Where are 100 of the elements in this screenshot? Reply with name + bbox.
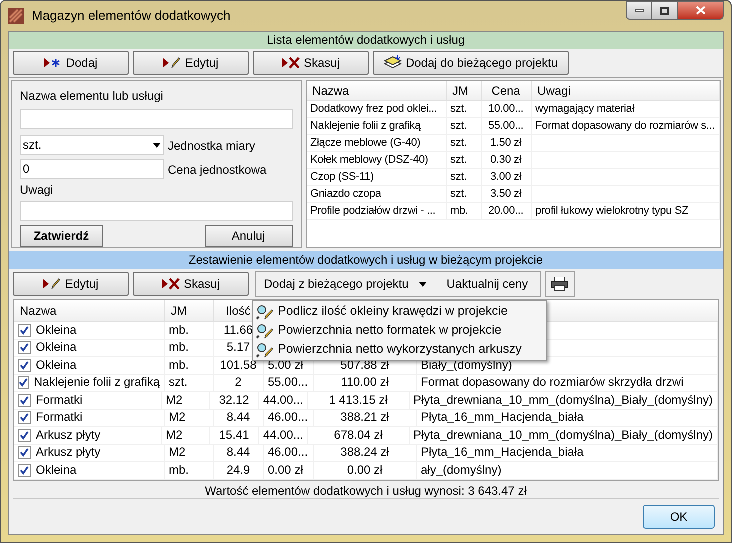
magnifier-pencil-icon xyxy=(256,342,274,358)
pencil-icon xyxy=(163,57,182,69)
table-cell: 507.88 zł xyxy=(340,356,390,374)
table-cell: mb. xyxy=(169,356,190,374)
cancel-button[interactable]: Anuluj xyxy=(204,225,293,247)
add-from-project-dropdown[interactable]: Dodaj z bieżącego projektu xyxy=(256,272,435,296)
table-cell: 3.00 zł xyxy=(482,169,532,185)
toolbar-button[interactable]: Dodaj xyxy=(13,51,129,75)
table-cell: 0.30 zł xyxy=(482,152,532,168)
checkbox[interactable] xyxy=(18,446,31,460)
checkbox[interactable] xyxy=(18,324,31,337)
table-cell: 11.66 xyxy=(224,322,254,339)
checkbox[interactable] xyxy=(18,394,31,407)
column-header[interactable]: Uwagi xyxy=(532,81,720,100)
table-cell: 24.9 xyxy=(226,462,250,479)
menu-item[interactable]: Powierzchnia netto formatek w projekcie xyxy=(253,321,546,340)
table-cell: 1.50 zł xyxy=(482,135,532,151)
table-cell: Naklejenie folii z grafiką xyxy=(34,374,160,392)
table-cell: 32.12 xyxy=(219,392,250,409)
dropdown-arrow-icon xyxy=(153,142,161,148)
table-cell: Arkusz płyty xyxy=(36,426,101,444)
toolbar-button[interactable]: Dodaj do bieżącego projektu xyxy=(373,51,569,75)
table-cell: Format dopasowany do rozmiarów s... xyxy=(532,118,720,134)
table-cell: szt. xyxy=(446,135,482,151)
section-header: Zestawienie elementów dodatkowych i usług w bieżącym projekcie xyxy=(9,251,723,269)
section-header: Lista elementów dodatkowych i usług xyxy=(9,32,723,49)
table-cell: 1 413.15 zł xyxy=(329,392,388,409)
ok-button[interactable]: OK xyxy=(643,504,715,528)
minimize-button[interactable] xyxy=(626,1,652,20)
maximize-button[interactable] xyxy=(652,1,678,20)
checkbox[interactable] xyxy=(18,341,31,354)
toolbar-button[interactable]: Edytuj xyxy=(13,272,129,296)
table-cell: 8.44 xyxy=(226,409,250,426)
column-header[interactable]: JM xyxy=(165,300,214,321)
checkbox[interactable] xyxy=(18,428,31,442)
table-cell: ały_(domyślny) xyxy=(421,462,502,479)
table-cell: Czop (SS-11) xyxy=(306,169,447,185)
table-cell: 5.00 zł xyxy=(268,356,304,374)
table-cell: Formatki xyxy=(36,392,83,409)
table-cell: mb. xyxy=(169,322,190,339)
table-cell: mb. xyxy=(169,339,190,356)
table-cell: Gniazdo czopa xyxy=(306,186,447,202)
confirm-button[interactable]: Zatwierdź xyxy=(20,225,103,247)
app-icon xyxy=(8,8,24,24)
table-cell: Płyta_16_mm_Hacjenda_biała xyxy=(421,409,584,426)
table-cell: mb. xyxy=(446,203,482,219)
print-button[interactable] xyxy=(545,271,576,297)
table-cell: Kołek meblowy (DSZ-40) xyxy=(306,152,447,168)
table-cell: M2 xyxy=(169,409,186,426)
price-input[interactable]: 0 xyxy=(20,159,164,179)
table-cell: Biały_(domyślny) xyxy=(421,356,512,374)
checkbox[interactable] xyxy=(18,411,31,424)
close-button[interactable] xyxy=(678,1,724,20)
table-cell: 5.17 xyxy=(226,339,250,356)
table-cell: 46.00... xyxy=(268,444,308,462)
column-header[interactable]: JM xyxy=(446,81,482,100)
table-cell: 15.41 xyxy=(219,426,250,444)
table-cell: mb. xyxy=(169,462,190,479)
table-cell: 388.21 zł xyxy=(340,409,390,426)
update-prices-button[interactable]: Uaktualnij ceny xyxy=(434,272,540,296)
field-label: Nazwa elementu lub usługi xyxy=(20,88,164,105)
column-header[interactable]: Nazwa xyxy=(14,300,165,321)
table-cell: Okleina xyxy=(36,462,77,479)
delete-icon xyxy=(282,57,300,69)
name-input[interactable] xyxy=(20,109,293,129)
unit-dropdown[interactable]: szt. xyxy=(20,135,164,155)
table-cell: Płyta_16_mm_Hacjenda_biała xyxy=(421,444,584,462)
table-cell: Arkusz płyty xyxy=(36,444,101,462)
table-cell: Format dopasowany do rozmiarów skrzydła drzwi xyxy=(421,374,684,392)
dropdown-arrow-icon xyxy=(418,282,427,286)
table-cell: Formatki xyxy=(36,409,83,426)
column-header[interactable]: Nazwa xyxy=(306,81,447,100)
table-cell: 44.00... xyxy=(263,392,304,409)
magnifier-pencil-icon xyxy=(256,322,274,338)
checkbox[interactable] xyxy=(18,358,31,372)
table-cell: 110.00 zł xyxy=(341,374,389,392)
table-cell: 44.00... xyxy=(263,426,304,444)
table-cell: szt. xyxy=(446,152,482,168)
notes-input[interactable] xyxy=(20,201,293,221)
table-cell: 0.00 zł xyxy=(268,462,304,479)
table-cell: szt. xyxy=(446,118,482,134)
table-cell: wymagający materiał xyxy=(532,101,720,117)
toolbar-button[interactable]: Skasuj xyxy=(253,51,369,75)
table-cell: szt. xyxy=(446,186,482,202)
table-cell: Okleina xyxy=(36,322,77,339)
printer-icon xyxy=(551,277,570,291)
menu-item[interactable]: Powierzchnia netto wykorzystanych arkuszy xyxy=(253,340,546,359)
column-header[interactable]: Cena xyxy=(482,81,532,100)
table-cell: 55.00... xyxy=(268,374,308,392)
magnifier-pencil-icon xyxy=(256,304,274,320)
field-label: Jednostka miary xyxy=(168,138,256,155)
toolbar-button[interactable]: Edytuj xyxy=(133,51,249,75)
column-header[interactable]: Ilość xyxy=(214,300,264,321)
table-cell: szt. xyxy=(446,101,482,117)
table-cell: 388.24 zł xyxy=(340,444,390,462)
checkbox[interactable] xyxy=(18,464,31,477)
checkbox[interactable] xyxy=(18,376,29,390)
toolbar-button[interactable]: Skasuj xyxy=(133,272,249,296)
table-cell: 678.04 zł xyxy=(334,426,383,444)
table-cell: Okleina xyxy=(36,356,77,374)
